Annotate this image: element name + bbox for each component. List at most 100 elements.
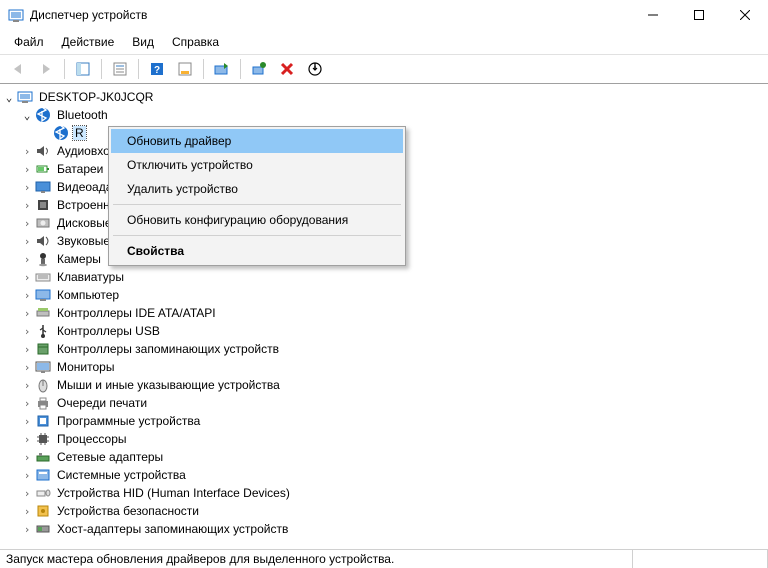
expand-arrow-icon[interactable]: › <box>20 307 34 320</box>
expand-arrow-icon[interactable]: › <box>20 271 34 284</box>
tree-label: Процессоры <box>55 432 129 446</box>
tree-label: Камеры <box>55 252 103 266</box>
expand-arrow-icon[interactable]: › <box>20 433 34 446</box>
disable-button[interactable] <box>302 56 328 82</box>
menu-action[interactable]: Действие <box>54 33 123 51</box>
action-button[interactable] <box>172 56 198 82</box>
device-category-icon <box>35 233 51 249</box>
expand-arrow-icon[interactable]: › <box>20 415 34 428</box>
device-category-icon <box>35 305 51 321</box>
tree-category[interactable]: ›Клавиатуры <box>2 268 768 286</box>
back-button[interactable] <box>5 56 31 82</box>
menu-item-scan-hardware[interactable]: Обновить конфигурацию оборудования <box>111 208 403 232</box>
expand-arrow-icon[interactable]: › <box>20 469 34 482</box>
expand-arrow-icon[interactable]: › <box>20 343 34 356</box>
device-category-icon <box>35 197 51 213</box>
expand-arrow-icon[interactable]: › <box>20 163 34 176</box>
menu-file[interactable]: Файл <box>6 33 52 51</box>
expand-arrow-icon[interactable]: › <box>20 289 34 302</box>
device-category-icon <box>35 269 51 285</box>
tree-label: Сетевые адаптеры <box>55 450 165 464</box>
expand-arrow-icon[interactable]: › <box>20 217 34 230</box>
expand-arrow-icon[interactable]: › <box>20 361 34 374</box>
close-button[interactable] <box>722 0 768 30</box>
properties-button[interactable] <box>107 56 133 82</box>
tree-label: Устройства безопасности <box>55 504 201 518</box>
expand-arrow-icon[interactable]: ⌄ <box>2 91 16 104</box>
help-button[interactable]: ? <box>144 56 170 82</box>
device-category-icon <box>35 395 51 411</box>
bluetooth-icon <box>53 125 69 141</box>
menu-separator <box>113 235 401 236</box>
menu-help[interactable]: Справка <box>164 33 227 51</box>
tree-label: Устройства HID (Human Interface Devices) <box>55 486 292 500</box>
menu-item-disable-device[interactable]: Отключить устройство <box>111 153 403 177</box>
expand-arrow-icon[interactable]: ⌄ <box>20 109 34 122</box>
tree-category[interactable]: › Сетевые адаптеры <box>2 448 768 466</box>
expand-arrow-icon[interactable]: › <box>20 379 34 392</box>
uninstall-button[interactable] <box>274 56 300 82</box>
expand-arrow-icon[interactable]: › <box>20 181 34 194</box>
menu-view[interactable]: Вид <box>124 33 162 51</box>
menu-item-properties[interactable]: Свойства <box>111 239 403 263</box>
toolbar: ? <box>0 54 768 84</box>
update-driver-button[interactable] <box>209 56 235 82</box>
menu-item-update-driver[interactable]: Обновить драйвер <box>111 129 403 153</box>
expand-arrow-icon[interactable]: › <box>20 523 34 536</box>
maximize-button[interactable] <box>676 0 722 30</box>
tree-label: Контроллеры IDE ATA/ATAPI <box>55 306 218 320</box>
status-cell <box>633 550 768 568</box>
tree-category[interactable]: › Устройства безопасности <box>2 502 768 520</box>
expand-arrow-icon[interactable]: › <box>20 145 34 158</box>
tree-category[interactable]: ›Очереди печати <box>2 394 768 412</box>
tree-category[interactable]: › Хост-адаптеры запоминающих устройств <box>2 520 768 538</box>
tree-category[interactable]: › Контроллеры IDE ATA/ATAPI <box>2 304 768 322</box>
expand-arrow-icon[interactable]: › <box>20 397 34 410</box>
tree-label: Контроллеры запоминающих устройств <box>55 342 281 356</box>
device-category-icon <box>35 143 51 159</box>
tree-root[interactable]: ⌄ DESKTOP-JK0JCQR <box>2 88 768 106</box>
expand-arrow-icon[interactable]: › <box>20 199 34 212</box>
scan-hardware-button[interactable] <box>246 56 272 82</box>
tree-label: Bluetooth <box>55 108 110 122</box>
tree-category[interactable]: › Компьютер <box>2 286 768 304</box>
tree-category-bluetooth[interactable]: ⌄ Bluetooth <box>2 106 768 124</box>
tree-category[interactable]: › Системные устройства <box>2 466 768 484</box>
status-bar: Запуск мастера обновления драйверов для … <box>0 549 768 568</box>
status-text: Запуск мастера обновления драйверов для … <box>0 550 633 568</box>
device-category-icon <box>35 161 51 177</box>
device-category-icon <box>35 341 51 357</box>
expand-arrow-icon[interactable]: › <box>20 253 34 266</box>
device-category-icon <box>35 323 51 339</box>
tree-category[interactable]: › Процессоры <box>2 430 768 448</box>
device-category-icon <box>35 467 51 483</box>
tree-category[interactable]: › Программные устройства <box>2 412 768 430</box>
bluetooth-icon <box>35 107 51 123</box>
device-category-icon <box>35 359 51 375</box>
tree-label: Хост-адаптеры запоминающих устройств <box>55 522 290 536</box>
device-category-icon <box>35 503 51 519</box>
tree-category[interactable]: › Контроллеры запоминающих устройств <box>2 340 768 358</box>
tree-category[interactable]: › Устройства HID (Human Interface Devices… <box>2 484 768 502</box>
show-hide-tree-button[interactable] <box>70 56 96 82</box>
tree-label: Системные устройства <box>55 468 188 482</box>
device-category-icon <box>35 377 51 393</box>
tree-category[interactable]: ›Контроллеры USB <box>2 322 768 340</box>
tree-label: Программные устройства <box>55 414 202 428</box>
expand-arrow-icon[interactable]: › <box>20 451 34 464</box>
forward-button[interactable] <box>33 56 59 82</box>
device-category-icon <box>35 431 51 447</box>
device-category-icon <box>35 413 51 429</box>
tree-category[interactable]: ›Мониторы <box>2 358 768 376</box>
minimize-button[interactable] <box>630 0 676 30</box>
tree-category[interactable]: ›Мыши и иные указывающие устройства <box>2 376 768 394</box>
window-title: Диспетчер устройств <box>30 8 147 22</box>
title-bar: Диспетчер устройств <box>0 0 768 30</box>
expand-arrow-icon[interactable]: › <box>20 325 34 338</box>
app-icon <box>8 7 24 23</box>
tree-label: Компьютер <box>55 288 121 302</box>
expand-arrow-icon[interactable]: › <box>20 235 34 248</box>
expand-arrow-icon[interactable]: › <box>20 505 34 518</box>
menu-item-uninstall-device[interactable]: Удалить устройство <box>111 177 403 201</box>
expand-arrow-icon[interactable]: › <box>20 487 34 500</box>
